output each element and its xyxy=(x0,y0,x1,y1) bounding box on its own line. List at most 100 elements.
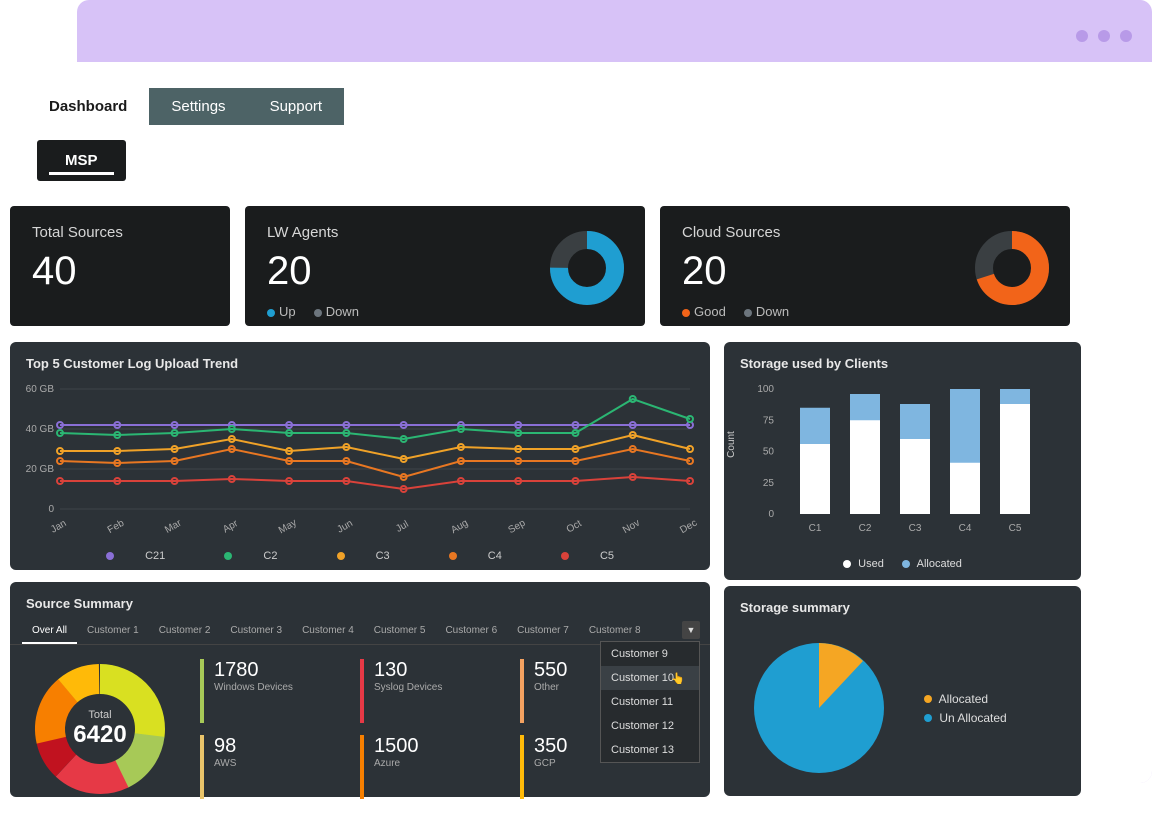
summary-customer-tabs: Over All Customer 1 Customer 2 Customer … xyxy=(10,619,710,645)
summary-cards-row: Total Sources 40 LW Agents 20 Up Down Cl… xyxy=(10,206,1070,326)
summary-tab-c2[interactable]: Customer 2 xyxy=(149,619,221,644)
dropdown-item-c9[interactable]: Customer 9 xyxy=(601,642,699,666)
panel-storage-summary: Storage summary Allocated Un Allocated xyxy=(724,586,1081,796)
summary-donut-chart: Total 6420 xyxy=(30,659,170,799)
summary-stat: 1780Windows Devices xyxy=(200,659,340,723)
panel-log-upload-trend: Top 5 Customer Log Upload Trend 020 GB40… xyxy=(10,342,710,570)
card-lw-agents: LW Agents 20 Up Down xyxy=(245,206,645,326)
window-dot-icon xyxy=(1098,30,1110,42)
legend-dot-icon xyxy=(267,309,275,317)
svg-text:Apr: Apr xyxy=(221,518,241,536)
svg-text:C3: C3 xyxy=(909,523,922,534)
svg-text:Jul: Jul xyxy=(394,519,411,535)
svg-text:60 GB: 60 GB xyxy=(26,384,55,395)
svg-text:Oct: Oct xyxy=(565,518,584,535)
trend-line-chart: 020 GB40 GB60 GBJanFebMarAprMayJunJulAug… xyxy=(20,379,700,539)
lw-legend-up: Up xyxy=(279,304,296,319)
summary-title: Source Summary xyxy=(10,582,710,619)
card-total-sources: Total Sources 40 xyxy=(10,206,230,326)
legend-dot-icon xyxy=(314,309,322,317)
storage-bar-chart-container: Count 0 25 50 75 100 C1 C2 C3 C4 C5 xyxy=(724,379,1081,554)
sub-tab-msp[interactable]: MSP xyxy=(37,140,126,181)
summary-tab-c5[interactable]: Customer 5 xyxy=(364,619,436,644)
summary-stat: 130Syslog Devices xyxy=(360,659,500,723)
pie-legend-alloc: Allocated xyxy=(939,692,988,706)
storage-legend-used: Used xyxy=(858,558,884,570)
stat-value: 1500 xyxy=(374,735,500,758)
window-dot-icon xyxy=(1120,30,1132,42)
summary-stat-grid: 1780Windows Devices130Syslog Devices550O… xyxy=(200,659,660,799)
storage-summary-title: Storage summary xyxy=(724,586,1081,623)
dropdown-item-c12[interactable]: Customer 12 xyxy=(601,714,699,738)
svg-text:Jan: Jan xyxy=(49,518,68,536)
summary-stat: 1500Azure xyxy=(360,735,500,799)
stat-value: 98 xyxy=(214,735,340,758)
svg-text:50: 50 xyxy=(763,447,775,458)
storage-clients-title: Storage used by Clients xyxy=(724,342,1081,379)
summary-total-label: Total xyxy=(88,709,111,721)
summary-stat: 98AWS xyxy=(200,735,340,799)
summary-tab-c3[interactable]: Customer 3 xyxy=(220,619,292,644)
stat-value: 1780 xyxy=(214,659,340,682)
panel-storage-clients: Storage used by Clients Count 0 25 50 75 100… xyxy=(724,342,1081,580)
storage-summary-legend: Allocated Un Allocated xyxy=(924,687,1007,730)
cloud-legend-good: Good xyxy=(694,304,726,319)
svg-text:C2: C2 xyxy=(859,523,872,534)
summary-overflow-menu: Customer 9 Customer 10 Customer 11 Custo… xyxy=(600,641,700,763)
svg-text:Jun: Jun xyxy=(335,518,354,536)
cursor-icon: 👆 xyxy=(671,672,685,685)
svg-text:Aug: Aug xyxy=(449,518,470,536)
svg-text:C5: C5 xyxy=(1009,523,1022,534)
svg-text:Feb: Feb xyxy=(106,518,127,536)
stat-label: AWS xyxy=(214,758,340,769)
svg-text:C1: C1 xyxy=(809,523,822,534)
legend-c3: C3 xyxy=(376,550,390,562)
pie-legend-unalloc: Un Allocated xyxy=(939,711,1006,725)
svg-text:Dec: Dec xyxy=(678,518,699,536)
summary-tab-c6[interactable]: Customer 6 xyxy=(435,619,507,644)
lw-legend-down: Down xyxy=(326,304,359,319)
storage-bar-chart: 0 25 50 75 100 C1 C2 C3 C4 C5 xyxy=(740,379,1060,539)
stat-value: 130 xyxy=(374,659,500,682)
panel-source-summary: Source Summary Over All Customer 1 Custo… xyxy=(10,582,710,797)
window-dot-icon xyxy=(1076,30,1088,42)
summary-total-value: 6420 xyxy=(73,721,126,749)
chevron-down-icon: ▼ xyxy=(687,625,696,635)
svg-text:C4: C4 xyxy=(959,523,972,534)
summary-tab-c1[interactable]: Customer 1 xyxy=(77,619,149,644)
legend-dot-icon xyxy=(744,309,752,317)
stat-label: Windows Devices xyxy=(214,682,340,693)
total-sources-value: 40 xyxy=(32,249,208,294)
tab-dashboard[interactable]: Dashboard xyxy=(27,88,149,125)
tab-settings[interactable]: Settings xyxy=(149,88,247,125)
legend-c2: C2 xyxy=(263,550,277,562)
window-controls xyxy=(1076,30,1132,42)
storage-ylabel: Count xyxy=(726,431,737,458)
svg-text:0: 0 xyxy=(768,509,774,520)
svg-text:25: 25 xyxy=(763,478,775,489)
summary-tabs-overflow-button[interactable]: ▼ xyxy=(682,621,700,639)
main-tabs: Dashboard Settings Support xyxy=(27,88,344,125)
storage-legend-alloc: Allocated xyxy=(917,558,962,570)
stat-label: Azure xyxy=(374,758,500,769)
tab-support[interactable]: Support xyxy=(248,88,345,125)
storage-legend: Used Allocated xyxy=(724,554,1081,574)
svg-text:Mar: Mar xyxy=(163,517,184,535)
summary-tab-c4[interactable]: Customer 4 xyxy=(292,619,364,644)
total-sources-title: Total Sources xyxy=(32,224,208,241)
card-cloud-sources: Cloud Sources 20 Good Down xyxy=(660,206,1070,326)
storage-summary-pie xyxy=(744,633,894,783)
svg-text:40 GB: 40 GB xyxy=(26,424,55,435)
dropdown-item-c13[interactable]: Customer 13 xyxy=(601,738,699,762)
summary-donut-center: Total 6420 xyxy=(30,659,170,799)
summary-tab-c7[interactable]: Customer 7 xyxy=(507,619,579,644)
svg-text:100: 100 xyxy=(757,384,774,395)
legend-dot-icon xyxy=(682,309,690,317)
cloud-donut-chart xyxy=(972,228,1052,308)
svg-text:75: 75 xyxy=(763,415,775,426)
dropdown-item-c11[interactable]: Customer 11 xyxy=(601,690,699,714)
summary-tab-overall[interactable]: Over All xyxy=(22,619,77,644)
svg-text:Sep: Sep xyxy=(506,517,527,536)
trend-legend: C21 C2 C3 C4 C5 xyxy=(10,544,710,568)
svg-text:May: May xyxy=(277,517,299,536)
